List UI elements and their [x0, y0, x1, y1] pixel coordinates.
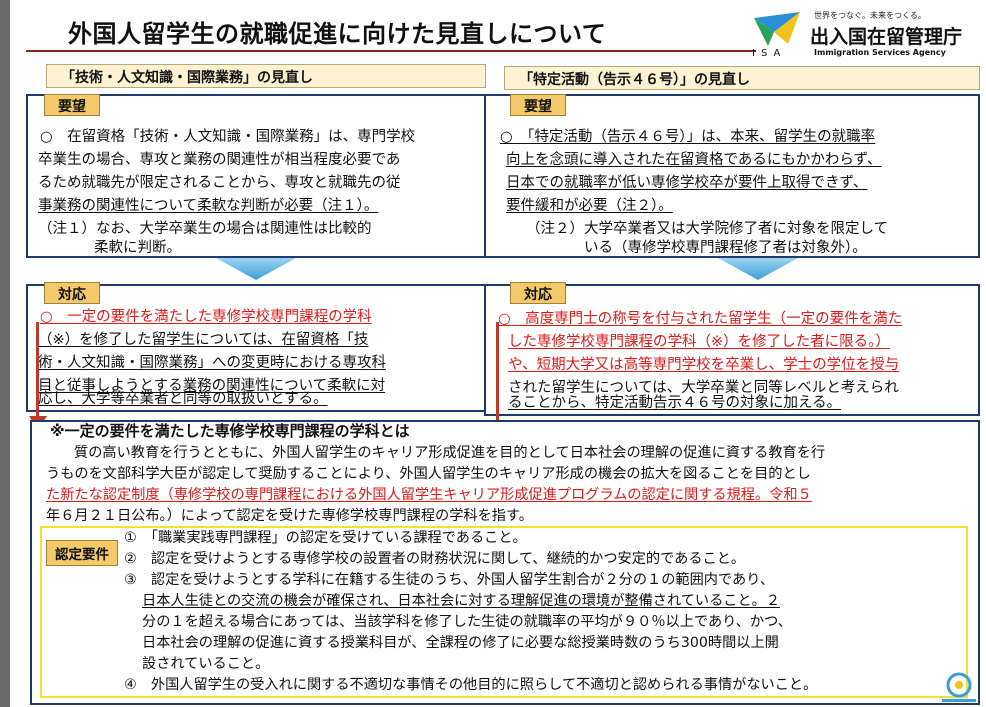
left-response-tag: 対応 — [44, 282, 100, 304]
left-connector-line — [36, 322, 39, 422]
right-request-line-3: 日本での就職率が低い専修学校卒が要件上取得できず、 — [506, 175, 868, 191]
right-response-line-2: した専修学校専門課程の学科（※）を修了した者に限る。） — [508, 334, 890, 350]
right-down-arrow-icon — [718, 258, 798, 280]
requirement-item-2: ② 認定を受けようとする専修学校の設置者の財務状況に関して、継続的かつ安定的であ… — [124, 551, 746, 567]
note-heading: ※一定の要件を満たした専修学校専門課程の学科とは — [50, 422, 410, 440]
requirement-item-4: ④ 外国人留学生の受入れに関する不適切な事情その他目的に照らして不適切と認められ… — [124, 677, 818, 693]
note-line-3: た新たな認定制度（専修学校の専門課程における外国人留学生キャリア形成促進プログラ… — [46, 487, 812, 503]
right-request-line-1: ○ 「特定活動（告示４６号）」は、本来、留学生の就職率 — [500, 129, 876, 145]
logo-english: Immigration Services Agency — [814, 48, 946, 57]
right-section-header: 「特定活動（告示４６号）」の見直し — [504, 66, 980, 90]
right-request-note-2: いる（専修学校専門課程修了者は対象外）。 — [584, 240, 867, 256]
right-response-line-1: ○ 高度専門士の称号を付与された留学生（一定の要件を満た — [498, 311, 903, 327]
right-request-tag: 要望 — [510, 94, 566, 116]
logo-abbr: ISA — [752, 48, 787, 59]
left-request-line-1: ○ 在留資格「技術・人文知識・国際業務」は、専門学校 — [40, 129, 416, 145]
right-request-box: ○ 「特定活動（告示４６号）」は、本来、留学生の就職率 向上を念頭に導入された在… — [484, 94, 980, 258]
logo-name: 出入国在留管理庁 — [810, 26, 963, 48]
requirements-box: 認定要件 ① 「職業実践専門課程」の認定を受けている課程であること。 ② 認定を… — [40, 526, 968, 698]
requirement-item-3-line-5: 設されていること。 — [142, 656, 270, 672]
note-line-4: 年６月２１日公布。）によって認定を受けた専修学校専門課程の学科を指す。 — [46, 508, 533, 524]
left-response-line-2: （※）を修了した留学生については、在留資格「技 — [38, 332, 369, 348]
footer-watermark-icon — [942, 672, 976, 702]
left-response-line-1: ○ 一定の要件を満たした専修学校専門課程の学科 — [40, 309, 372, 325]
note-box: ※一定の要件を満たした専修学校専門課程の学科とは 質の高い教育を行うとともに、外… — [30, 420, 980, 705]
left-section-header: 「技術・人文知識・国際業務」の見直し — [46, 64, 486, 88]
right-request-line-2: 向上を念頭に導入された在留資格であるにもかかわらず、 — [506, 152, 882, 168]
note-line-1: 質の高い教育を行うとともに、外国人留学生のキャリア形成促進を目的として日本社会の… — [74, 445, 826, 461]
left-request-line-2: 卒業生の場合、専攻と業務の関連性が相当程度必要であ — [38, 152, 401, 168]
title-underline — [26, 50, 756, 52]
isa-logo: ISA 世界をつなぐ。未来をつくる。 出入国在留管理庁 Immigration … — [748, 10, 984, 62]
right-request-line-4: 要件緩和が必要（注２）。 — [506, 198, 673, 214]
requirement-item-3-line-2: 日本人生徒との交流の機会が確保され、日本社会に対する理解促進の環境が整備されてい… — [142, 593, 781, 609]
requirements-tag: 認定要件 — [46, 540, 118, 566]
left-request-line-3: るため就職先が限定されることから、専攻と就職先の従 — [38, 175, 401, 191]
left-request-line-4: 事業務の関連性について柔軟な判断が必要（注１）。 — [38, 198, 379, 214]
viewer-margin — [0, 0, 10, 707]
note-line-2: うものを文部科学大臣が認定して奨励することにより、外国人留学生のキャリア形成の機… — [46, 466, 811, 482]
right-response-tag: 対応 — [510, 282, 566, 304]
left-down-arrow-icon — [216, 258, 296, 280]
right-connector-line — [496, 322, 499, 430]
right-response-line-3: や、短期大学又は高等専門学校を卒業し、学士の学位を授与 — [508, 357, 900, 373]
logo-tagline: 世界をつなぐ。未来をつくる。 — [814, 11, 926, 20]
document-page: 外国人留学生の就職促進に向けた見直しについて ISA 世界をつなぐ。未来をつくる… — [10, 0, 986, 707]
isa-logo-mark-icon — [754, 12, 800, 46]
requirement-item-3-line-3: 分の１を超える場合にあっては、当該学科を修了した生徒の就職率の平均が９０％以上で… — [142, 614, 792, 630]
left-request-note-1: （注１）なお、大学卒業生の場合は関連性は比較的 — [38, 221, 372, 237]
requirement-item-3-line-4: 日本社会の理解の促進に資する授業科目が、全課程の修了に必要な総授業時数のうち30… — [142, 635, 779, 651]
page-title: 外国人留学生の就職促進に向けた見直しについて — [68, 20, 607, 48]
left-request-note-2: 柔軟に判断。 — [94, 240, 181, 256]
left-request-tag: 要望 — [44, 94, 100, 116]
requirement-item-3-line-1: ③ 認定を受けようとする学科に在籍する生徒のうち、外国人留学生割合が２分の１の範… — [124, 572, 775, 588]
right-response-line-5: ることから、特定活動告示４６号の対象に加える。 — [508, 395, 842, 411]
left-response-line-5: 応し、大学等卒業者と同等の取扱いとする。 — [38, 391, 328, 407]
requirement-item-1: ① 「職業実践専門課程」の認定を受けている課程であること。 — [124, 530, 527, 546]
left-response-line-3: 術・人文知識・国際業務」への変更時における専攻科 — [38, 355, 386, 371]
left-request-box: ○ 在留資格「技術・人文知識・国際業務」は、専門学校 卒業生の場合、専攻と業務の… — [26, 94, 488, 258]
